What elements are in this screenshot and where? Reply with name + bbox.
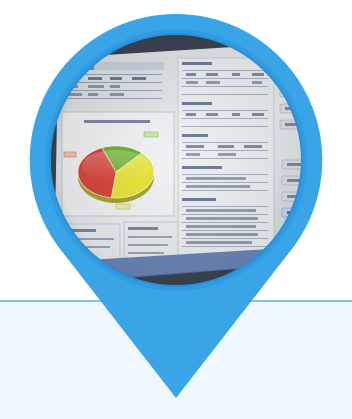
map-pin-illustration — [29, 13, 323, 398]
image-stage — [0, 0, 352, 419]
